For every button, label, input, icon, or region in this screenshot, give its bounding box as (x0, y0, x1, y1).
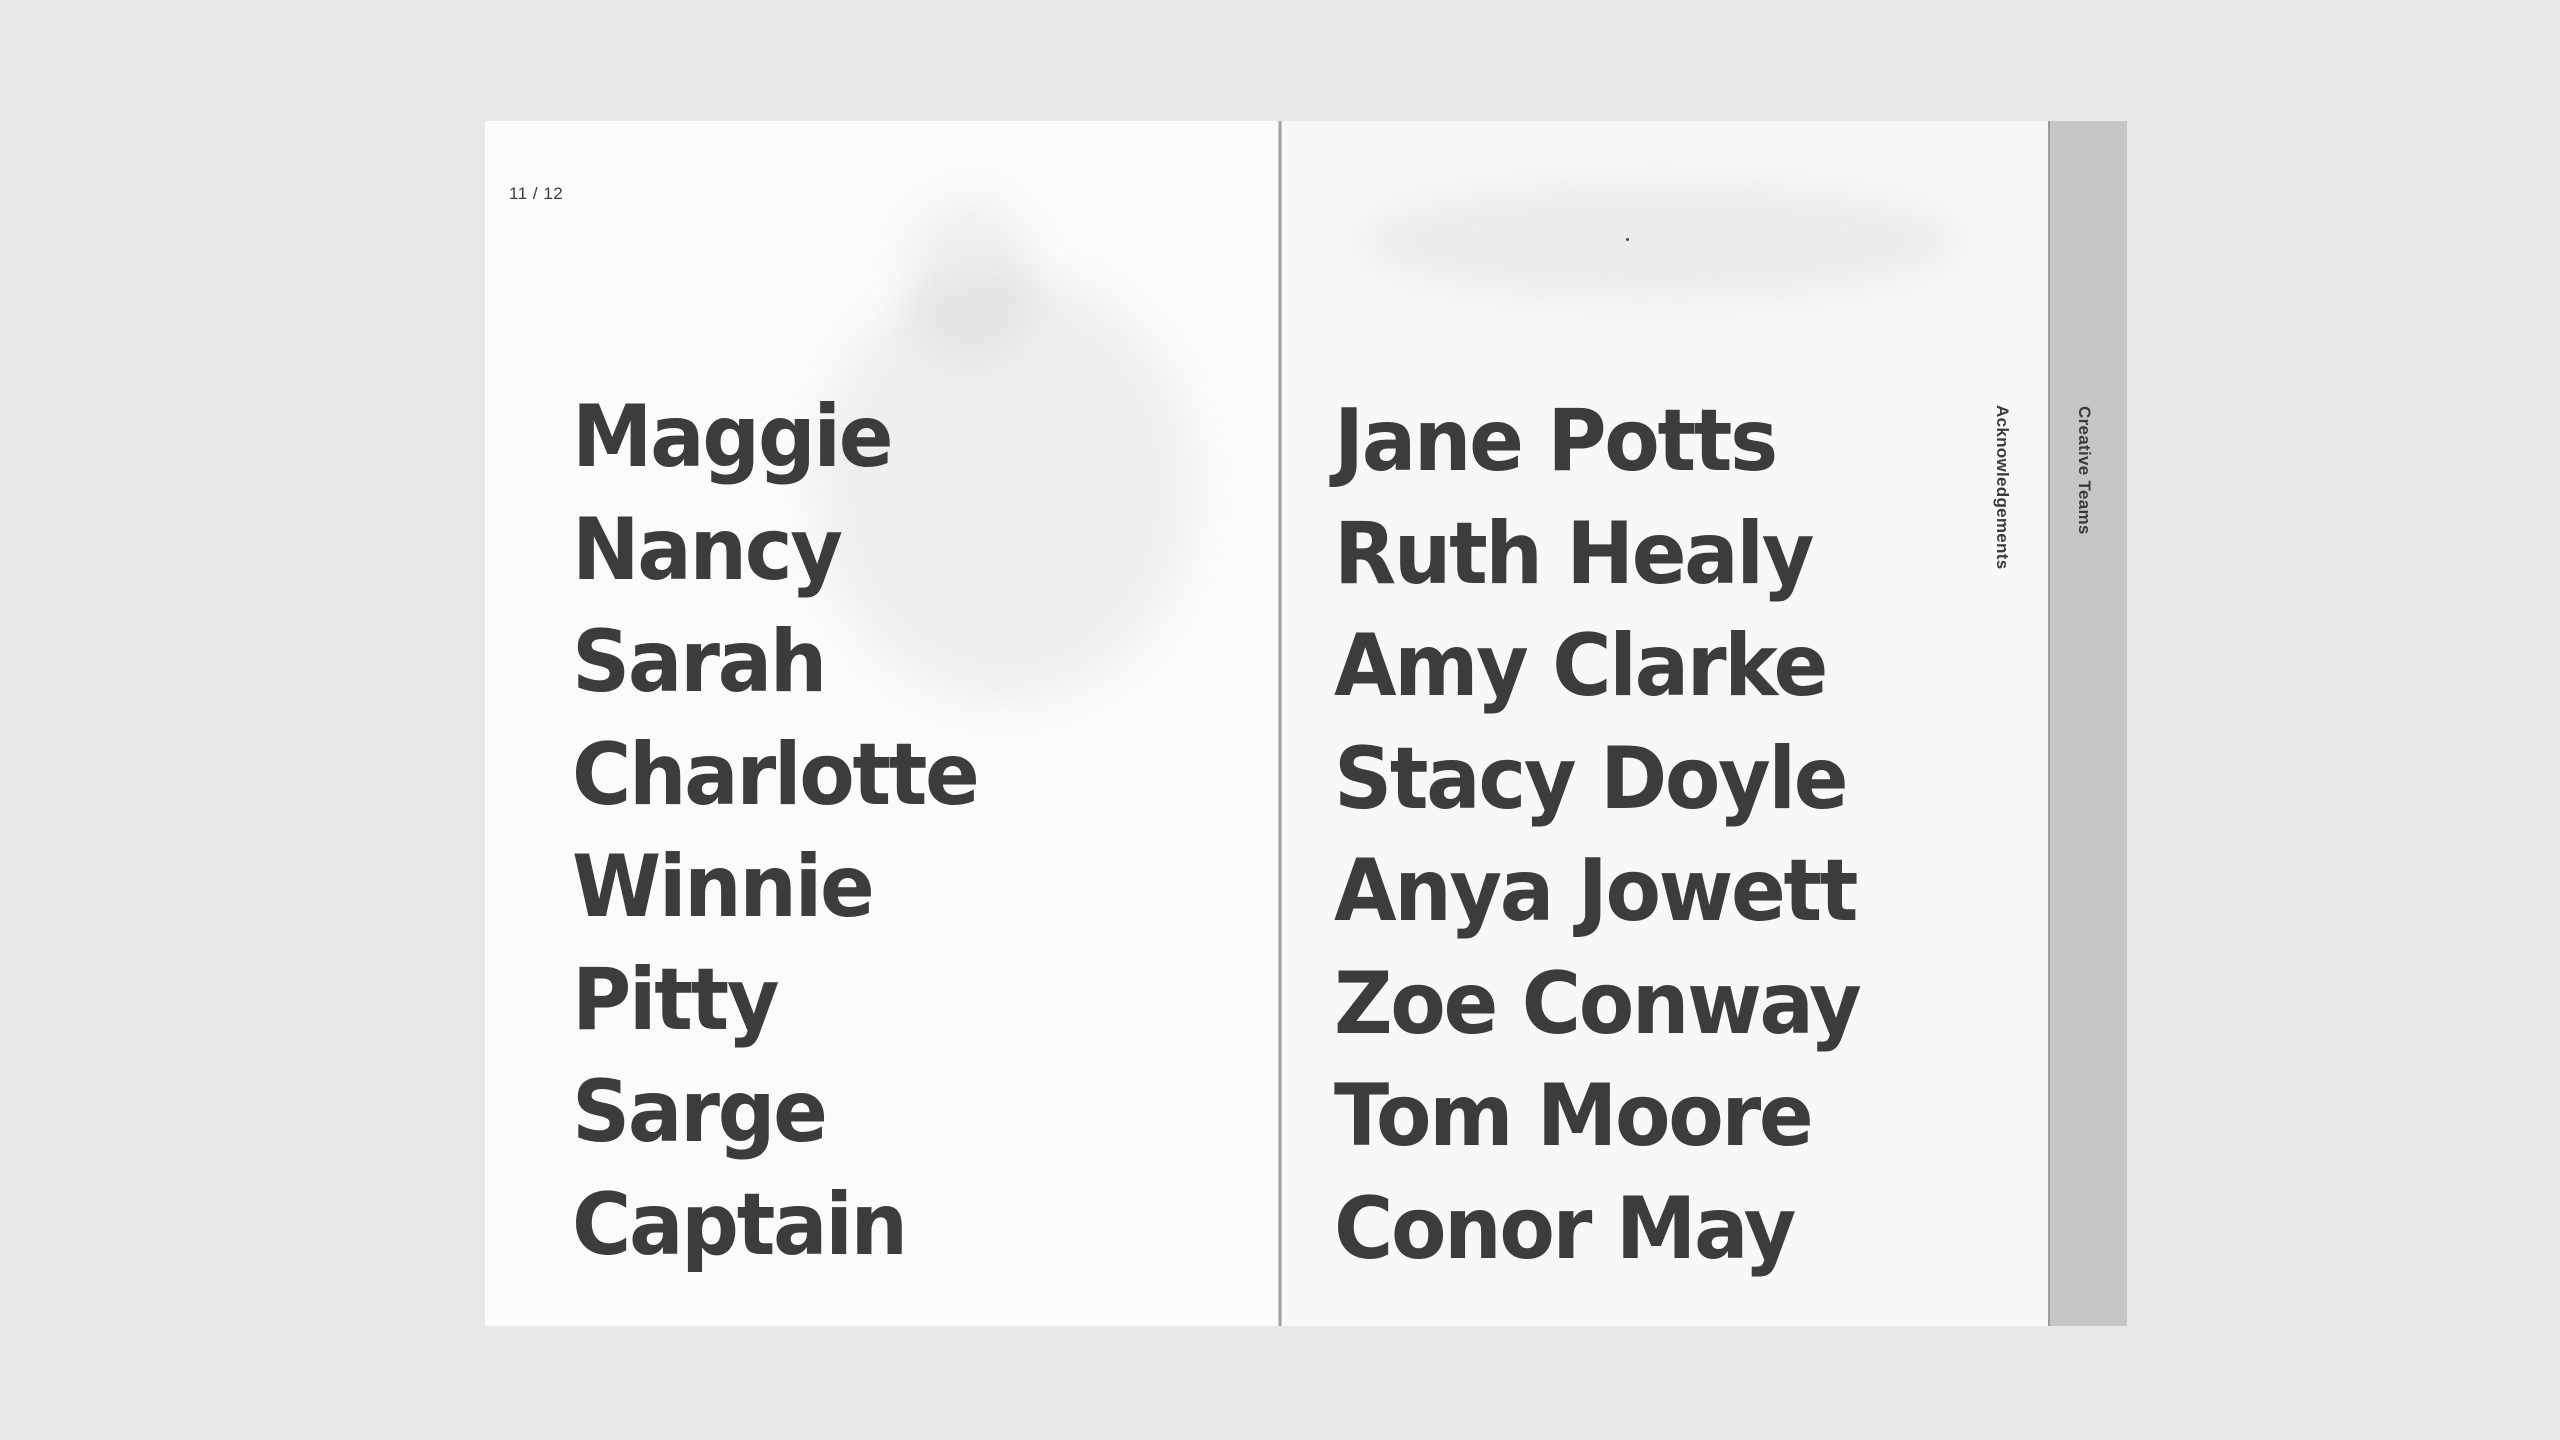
cast-name: Maggie (572, 387, 894, 487)
cast-name: Pitty (572, 949, 780, 1050)
crew-name: Stacy Doyle (1334, 728, 1849, 829)
page-number: 11 / 12 (509, 184, 564, 203)
cast-name: Charlotte (572, 724, 980, 825)
crew-name: Conor May (1334, 1178, 1796, 1279)
center-fold (1278, 121, 1282, 1326)
show-through-blot (905, 201, 1035, 361)
acknowledgements-tab-label[interactable]: Acknowledgements (1992, 405, 2012, 569)
speck (1626, 238, 1629, 241)
side-tab-strip (2050, 121, 2127, 1326)
crew-name: Amy Clarke (1334, 616, 1828, 716)
cast-name: Sarah (572, 612, 827, 712)
crew-name: Jane Potts (1334, 391, 1778, 491)
crew-name: Tom Moore (1334, 1066, 1814, 1166)
crew-name: Ruth Healy (1334, 503, 1814, 604)
crew-name: Anya Jowett (1334, 841, 1858, 941)
crew-name: Zoe Conway (1334, 953, 1862, 1054)
cast-name: Winnie (572, 837, 875, 937)
show-through-header (1360, 181, 1960, 301)
cast-name: Nancy (572, 499, 843, 600)
cast-name: Captain (572, 1174, 908, 1275)
creative-teams-tab-label[interactable]: Creative Teams (2074, 406, 2094, 535)
crew-name-list: Jane Potts Ruth Healy Amy Clarke Stacy Doyl… (1334, 385, 1893, 1285)
cast-name: Sarge (572, 1062, 828, 1162)
cast-name-list: Maggie Nancy Sarah Charlotte Winnie Pitty Sarg… (572, 381, 1003, 1281)
